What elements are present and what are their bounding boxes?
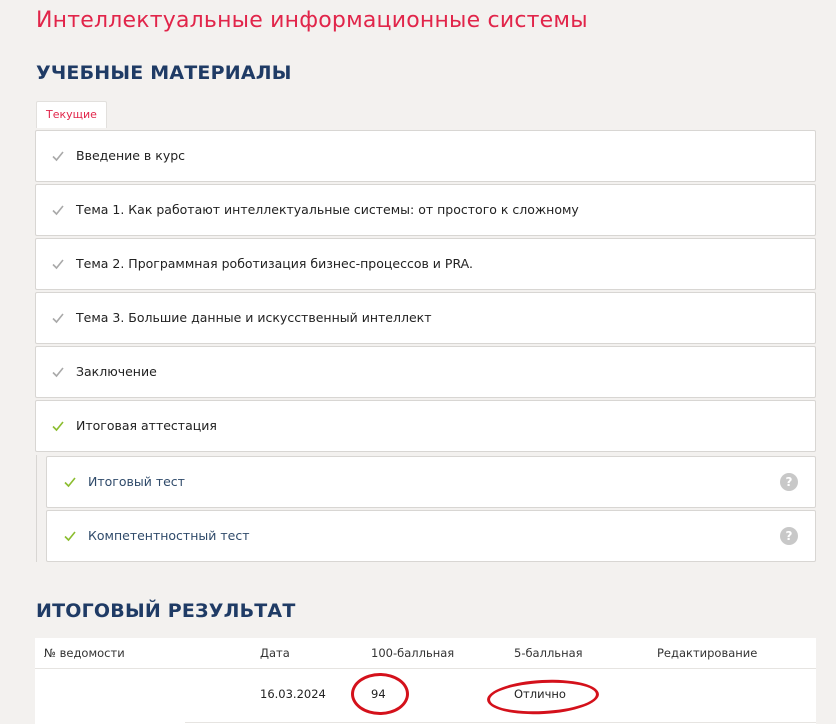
subitem-label: Компетентностный тест [88,528,250,543]
subitem-competency-test[interactable]: Компетентностный тест ? [46,510,816,562]
subitem-label: Итоговый тест [88,474,185,489]
column-header-edit: Редактирование [657,646,758,660]
course-item-topic-2[interactable]: Тема 2. Программная роботизация бизнес-п… [35,238,816,290]
course-item-label: Тема 1. Как работают интеллектуальные си… [76,202,579,217]
course-item-conclusion[interactable]: Заключение [35,346,816,398]
check-icon [52,367,64,378]
check-icon [64,477,76,488]
course-item-label: Итоговая аттестация [76,418,217,433]
course-item-label: Тема 3. Большие данные и искусственный и… [76,310,432,325]
column-header-score5: 5-балльная [514,646,583,660]
course-item-label: Введение в курс [76,148,186,163]
column-header-score100: 100-балльная [371,646,455,660]
check-icon [52,205,64,216]
course-item-topic-3[interactable]: Тема 3. Большие данные и искусственный и… [35,292,816,344]
course-item-final-attestation[interactable]: Итоговая аттестация [35,400,816,452]
question-circle-icon[interactable]: ? [780,473,798,491]
check-icon [52,421,64,432]
subitem-rail [36,455,45,562]
results-heading: ИТОГОВЫЙ РЕЗУЛЬТАТ [36,600,296,622]
tab-current[interactable]: Текущие [36,101,107,128]
course-item-intro[interactable]: Введение в курс [35,130,816,182]
course-item-label: Заключение [76,364,157,379]
column-header-date: Дата [260,646,290,660]
check-icon [52,313,64,324]
results-table: № ведомости Дата 100-балльная 5-балльная… [35,638,816,724]
column-header-statement: № ведомости [44,646,125,660]
annotation-circle-score100 [351,673,409,715]
course-item-topic-1[interactable]: Тема 1. Как работают интеллектуальные си… [35,184,816,236]
course-item-label: Тема 2. Программная роботизация бизнес-п… [76,256,473,271]
question-circle-icon[interactable]: ? [780,527,798,545]
results-table-header: № ведомости Дата 100-балльная 5-балльная… [35,638,816,669]
cell-date: 16.03.2024 [260,687,326,701]
page-title: Интеллектуальные информационные системы [36,8,588,33]
check-icon [64,531,76,542]
subitem-final-test[interactable]: Итоговый тест ? [46,456,816,508]
check-icon [52,259,64,270]
check-icon [52,151,64,162]
annotation-circle-score5 [486,677,600,717]
row-divider [185,722,816,723]
materials-heading: УЧЕБНЫЕ МАТЕРИАЛЫ [36,62,292,84]
